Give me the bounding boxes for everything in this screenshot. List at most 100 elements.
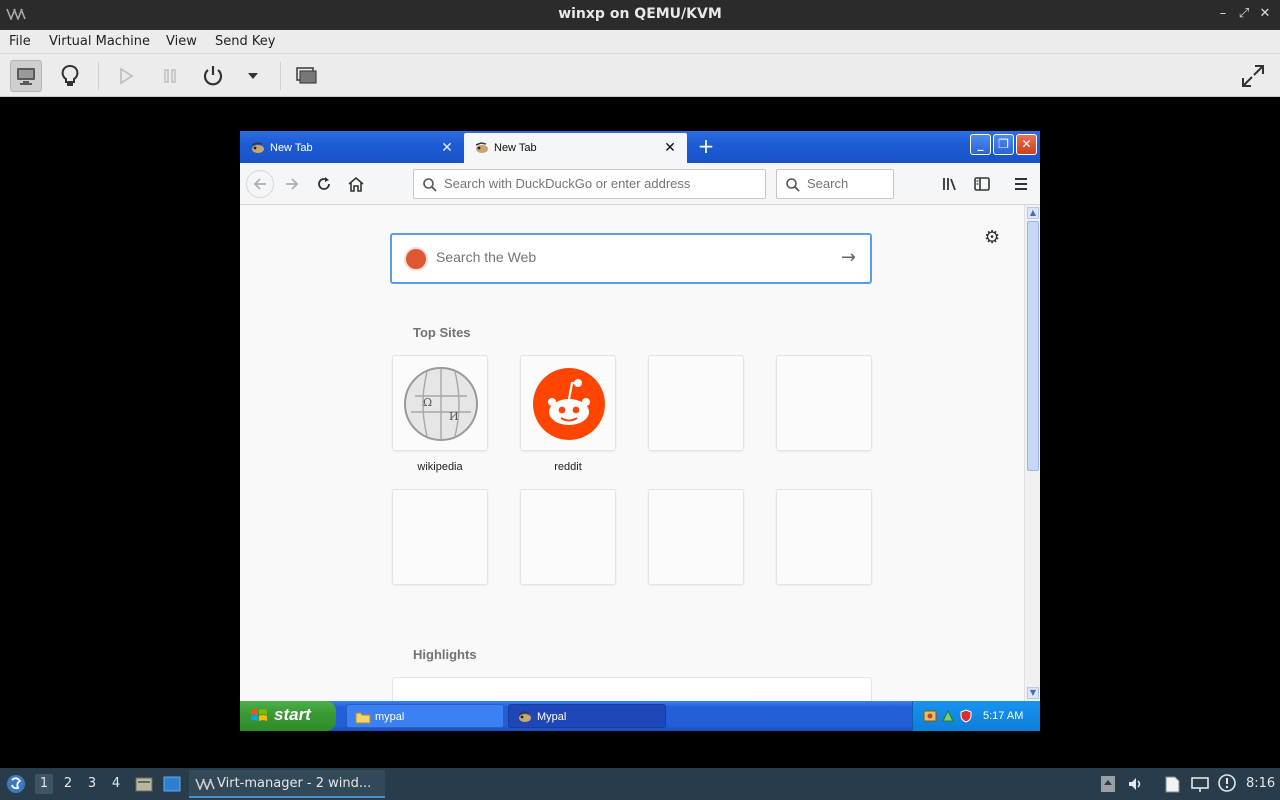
sidebar-icon [974, 177, 990, 191]
sidebar-button[interactable] [968, 170, 996, 198]
workspace-1[interactable]: 1 [35, 774, 53, 794]
tab-new-tab-2[interactable]: New Tab ✕ [464, 133, 687, 163]
scroll-thumb[interactable] [1027, 221, 1039, 471]
web-search-input[interactable] [436, 249, 816, 265]
taskbar-item-label: mypal [375, 711, 405, 723]
tab-close-icon[interactable]: ✕ [440, 140, 454, 154]
start-button[interactable]: start [240, 701, 336, 731]
run-button[interactable] [110, 60, 142, 92]
duckduckgo-logo-icon [404, 247, 428, 271]
menu-send-key[interactable]: Send Key [215, 34, 275, 49]
search-submit-arrow-icon[interactable]: → [841, 247, 856, 268]
notification-icon[interactable] [1100, 775, 1116, 793]
top-site-wikipedia[interactable]: ΩИ [392, 355, 488, 451]
reddit-alien-icon [533, 368, 605, 440]
tab-new-tab-1[interactable]: New Tab ✕ [240, 133, 464, 163]
toolbar-separator [98, 62, 99, 90]
toolbar-separator [280, 62, 281, 90]
web-search-box[interactable]: → [390, 233, 872, 284]
top-site-reddit[interactable] [520, 355, 616, 451]
fullscreen-button[interactable] [1237, 60, 1269, 92]
vertical-scrollbar[interactable]: ▲ ▼ [1024, 205, 1040, 701]
volume-icon[interactable] [1127, 775, 1145, 793]
host-titlebar: winxp on QEMU/KVM – ⤢ ✕ [0, 0, 1280, 30]
workspace-2[interactable]: 2 [59, 774, 77, 794]
search-input[interactable] [807, 176, 887, 191]
svg-text:И: И [449, 410, 459, 423]
console-view-button[interactable] [10, 60, 42, 92]
power-button[interactable] [197, 60, 229, 92]
mypal-icon [518, 711, 531, 722]
guest-minimize-button[interactable]: _ [970, 134, 991, 155]
menu-view[interactable]: View [166, 34, 197, 49]
menu-virtual-machine[interactable]: Virtual Machine [49, 34, 150, 49]
scroll-up-arrow-icon[interactable]: ▲ [1027, 207, 1039, 219]
top-site-empty[interactable] [648, 489, 744, 585]
top-site-empty[interactable] [776, 489, 872, 585]
new-tab-button[interactable]: + [696, 136, 716, 157]
guest-clock: 5:17 AM [983, 710, 1024, 722]
menu-bar: File Virtual Machine View Send Key [0, 30, 1280, 54]
workspace-3[interactable]: 3 [83, 774, 101, 794]
app-menu-icon[interactable] [6, 774, 26, 794]
minimize-button[interactable]: – [1214, 5, 1232, 23]
gear-icon[interactable]: ⚙ [984, 227, 1000, 248]
taskbar-item-virt-manager[interactable]: Virt-manager - 2 wind... [189, 770, 385, 798]
browser-window: New Tab ✕ New Tab ✕ + _ ❐ ✕ Search with … [240, 131, 1040, 731]
details-view-button[interactable] [54, 60, 86, 92]
scroll-down-arrow-icon[interactable]: ▼ [1027, 687, 1039, 699]
folder-icon [355, 712, 371, 724]
xp-taskbar: start mypal Mypal 5:17 AM [240, 701, 1040, 731]
menu-button[interactable] [1007, 170, 1035, 198]
network-icon[interactable] [1190, 775, 1210, 793]
top-site-empty[interactable] [776, 355, 872, 451]
forward-button[interactable] [278, 170, 306, 198]
pause-button[interactable] [154, 60, 186, 92]
svg-text:Ω: Ω [423, 396, 432, 409]
navigation-bar [240, 163, 1040, 205]
show-desktop-icon[interactable] [163, 775, 181, 793]
file-manager-icon[interactable] [135, 775, 153, 793]
top-site-label: reddit [554, 461, 582, 473]
menu-file[interactable]: File [9, 34, 31, 49]
window-title: winxp on QEMU/KVM [558, 6, 722, 22]
close-button[interactable]: ✕ [1256, 5, 1274, 23]
address-input[interactable] [444, 176, 744, 191]
back-button[interactable] [246, 170, 274, 198]
tray-network-icon[interactable] [941, 709, 955, 723]
security-shield-icon[interactable] [959, 709, 973, 723]
taskbar-item-mypal-browser[interactable]: Mypal [508, 704, 666, 728]
top-site-empty[interactable] [392, 489, 488, 585]
library-button[interactable] [936, 170, 964, 198]
home-icon [348, 176, 364, 192]
power-menu-button[interactable] [237, 60, 269, 92]
tab-close-icon[interactable]: ✕ [663, 140, 677, 154]
guest-close-button[interactable]: ✕ [1016, 134, 1037, 155]
top-site-empty[interactable] [648, 355, 744, 451]
reload-icon [318, 177, 330, 190]
search-bar[interactable] [776, 169, 894, 199]
pause-icon [164, 69, 176, 83]
workspace-4[interactable]: 4 [107, 774, 125, 794]
tray-app-icon[interactable] [923, 709, 937, 723]
guest-maximize-button[interactable]: ❐ [993, 134, 1014, 155]
virt-manager-icon [195, 778, 215, 790]
tab-label: New Tab [270, 142, 313, 154]
search-icon [423, 178, 437, 192]
taskbar-item-label: Mypal [537, 711, 567, 723]
top-site-empty[interactable] [520, 489, 616, 585]
reload-button[interactable] [310, 170, 338, 198]
mypal-icon [251, 142, 264, 153]
update-notifier-icon[interactable] [1218, 774, 1236, 792]
windows-flag-icon [251, 709, 267, 721]
taskbar-item-mypal-folder[interactable]: mypal [346, 704, 504, 728]
home-button[interactable] [342, 170, 370, 198]
system-tray: 5:17 AM [912, 701, 1040, 731]
clipboard-icon[interactable] [1163, 775, 1181, 793]
address-bar[interactable] [413, 169, 766, 199]
play-icon [120, 67, 134, 85]
taskbar-item-label: Virt-manager - 2 wind... [217, 776, 372, 791]
library-icon [943, 178, 956, 191]
snapshots-button[interactable] [290, 60, 322, 92]
maximize-button[interactable]: ⤢ [1235, 5, 1253, 23]
